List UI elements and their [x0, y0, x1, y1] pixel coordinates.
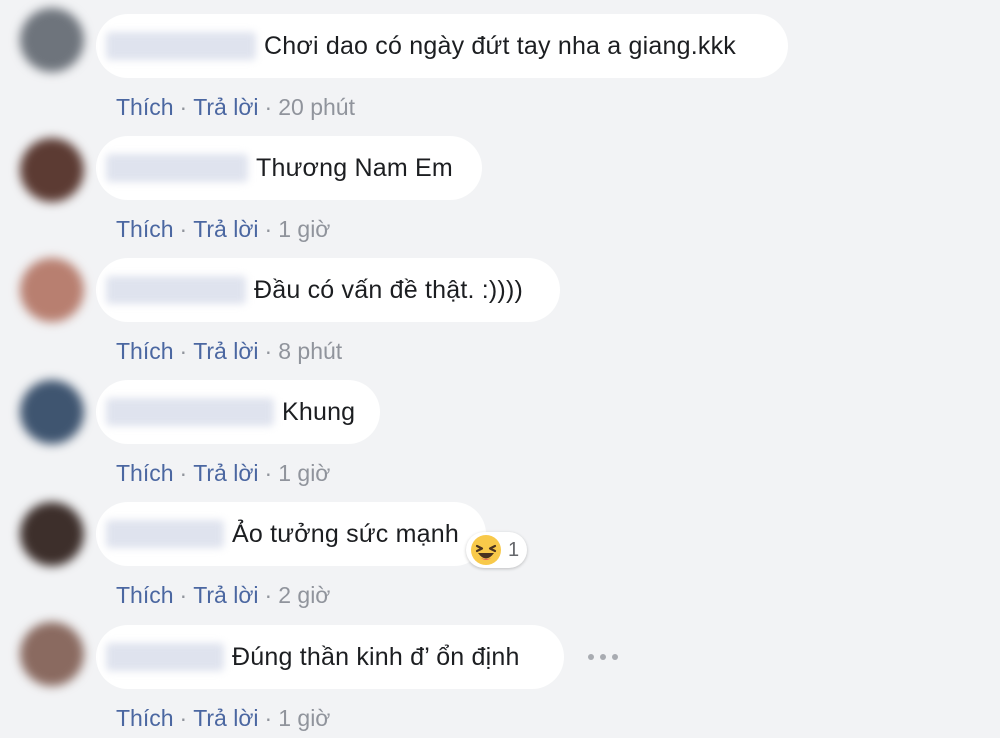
like-button[interactable]: Thích — [116, 216, 174, 242]
comment-list: Nguyễn Hoàng Chơi dao có ngày đứt tay nha… — [0, 0, 1000, 738]
reply-button[interactable]: Trả lời — [193, 705, 258, 731]
reaction-badge[interactable]: 1 — [466, 532, 528, 568]
separator-dot: · — [179, 460, 188, 486]
comment-actions: Thích · Trả lời · 1 giờ — [116, 460, 330, 487]
comment-text: Chơi dao có ngày đứt tay nha a giang.kkk — [264, 31, 736, 60]
comment-author-name[interactable]: Jenny Hà — [106, 643, 224, 671]
like-button[interactable]: Thích — [116, 460, 174, 486]
separator-dot: · — [264, 582, 273, 608]
comment-text: Ảo tưởng sức mạnh — [232, 519, 459, 548]
separator-dot: · — [264, 216, 273, 242]
comment-author-name[interactable]: Anh Trần — [106, 520, 224, 548]
separator-dot: · — [264, 338, 273, 364]
reply-button[interactable]: Trả lời — [193, 582, 258, 608]
separator-dot: · — [179, 705, 188, 731]
comment-actions: Thích · Trả lời · 2 giờ — [116, 582, 330, 609]
comment-actions: Thích · Trả lời · 1 giờ — [116, 216, 330, 243]
comment-text: Khung — [282, 397, 356, 426]
comment-bubble: Jenny Hà Đúng thần kinh đ’ ổn định — [96, 625, 564, 689]
comment-author-name[interactable]: Minh Nguyễn — [106, 154, 248, 182]
comment-bubble: Nguyễn Hoàng Chơi dao có ngày đứt tay nha… — [96, 14, 788, 78]
comment-text: Đúng thần kinh đ’ ổn định — [232, 642, 520, 671]
comment-timestamp[interactable]: 8 phút — [278, 338, 342, 364]
avatar[interactable] — [20, 380, 84, 444]
like-button[interactable]: Thích — [116, 705, 174, 731]
comment-actions: Thích · Trả lời · 20 phút — [116, 94, 355, 121]
comment-item: Jenny HàĐúng thần kinh đ’ ổn địnhThích·T… — [0, 622, 1000, 738]
comment-author-name[interactable]: Nguyễn Hoàng — [106, 32, 256, 60]
comment-bubble: Minh Nguyễn Thương Nam Em — [96, 136, 482, 200]
separator-dot: · — [179, 338, 188, 364]
separator-dot: · — [179, 94, 188, 120]
avatar[interactable] — [20, 8, 84, 72]
separator-dot: · — [264, 94, 273, 120]
reply-button[interactable]: Trả lời — [193, 338, 258, 364]
avatar[interactable] — [20, 258, 84, 322]
laughing-haha-icon — [471, 535, 501, 565]
avatar[interactable] — [20, 138, 84, 202]
comment-bubble: Anh Trần Ảo tưởng sức mạnh — [96, 502, 486, 566]
comment-item: Nguyễn Hoàng Chơi dao có ngày đứt tay nha… — [0, 8, 1000, 136]
comment-author-name[interactable]: Hoa Phạm — [106, 276, 246, 304]
reply-button[interactable]: Trả lời — [193, 216, 258, 242]
like-button[interactable]: Thích — [116, 582, 174, 608]
more-options-icon[interactable] — [588, 645, 618, 669]
comment-item: Hoa PhạmĐầu có vấn đề thật. :))))Thích·T… — [0, 258, 1000, 380]
avatar[interactable] — [20, 502, 84, 566]
comment-item: Minh NguyễnThương Nam EmThích·Trả lời·1 … — [0, 136, 1000, 258]
comment-author-name[interactable]: Linh Nguyễn — [106, 398, 274, 426]
reaction-count: 1 — [508, 538, 520, 561]
comment-text: Đầu có vấn đề thật. :)))) — [254, 275, 524, 304]
like-button[interactable]: Thích — [116, 94, 174, 120]
comment-item: Linh NguyễnKhungThích·Trả lời·1 giờ — [0, 380, 1000, 502]
avatar[interactable] — [20, 622, 84, 686]
reply-button[interactable]: Trả lời — [193, 460, 258, 486]
separator-dot: · — [264, 705, 273, 731]
like-button[interactable]: Thích — [116, 338, 174, 364]
comment-bubble: Hoa Phạm Đầu có vấn đề thật. :)))) — [96, 258, 560, 322]
comment-text: Thương Nam Em — [256, 153, 453, 182]
comment-actions: Thích · Trả lời · 8 phút — [116, 338, 342, 365]
separator-dot: · — [179, 582, 188, 608]
comment-timestamp[interactable]: 20 phút — [278, 94, 355, 120]
comment-actions: Thích · Trả lời · 1 giờ — [116, 705, 330, 732]
comment-timestamp[interactable]: 2 giờ — [278, 582, 330, 608]
separator-dot: · — [264, 460, 273, 486]
separator-dot: · — [179, 216, 188, 242]
comment-timestamp[interactable]: 1 giờ — [278, 460, 330, 486]
comment-timestamp[interactable]: 1 giờ — [278, 216, 330, 242]
comment-bubble: Linh Nguyễn Khung — [96, 380, 380, 444]
comment-item: Anh TrầnẢo tưởng sức mạnh1Thích·Trả lời·… — [0, 502, 1000, 624]
comment-timestamp[interactable]: 1 giờ — [278, 705, 330, 731]
reply-button[interactable]: Trả lời — [193, 94, 258, 120]
